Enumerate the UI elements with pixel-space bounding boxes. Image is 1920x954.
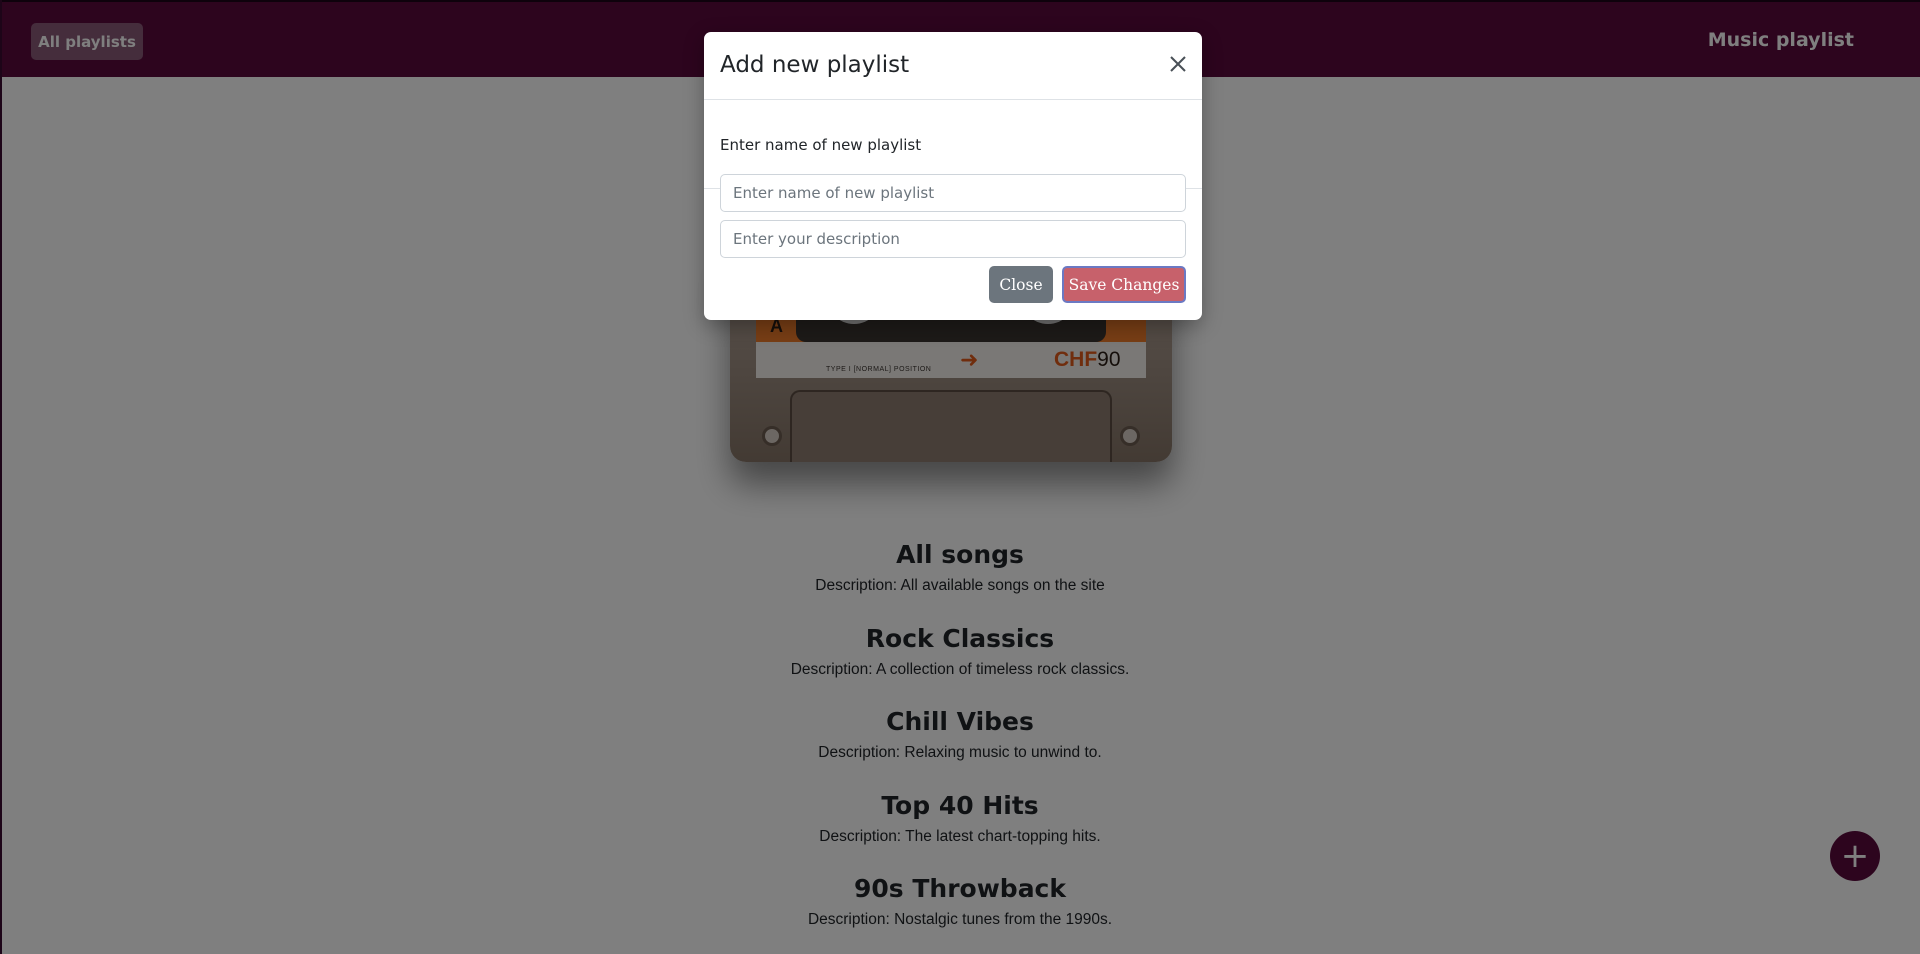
- playlist-name-input[interactable]: [720, 174, 1186, 212]
- close-icon: [1170, 56, 1186, 72]
- save-changes-button[interactable]: Save Changes: [1062, 266, 1186, 303]
- modal-title: Add new playlist: [720, 52, 910, 78]
- close-button[interactable]: Close: [989, 266, 1053, 303]
- add-playlist-modal: Add new playlist Enter name of new playl…: [704, 32, 1202, 320]
- modal-header: Add new playlist: [704, 32, 1202, 100]
- window-left-edge: [0, 0, 2, 954]
- modal-subtitle: Enter name of new playlist: [720, 136, 922, 154]
- playlist-description-input[interactable]: [720, 220, 1186, 258]
- modal-close-button[interactable]: [1164, 50, 1192, 78]
